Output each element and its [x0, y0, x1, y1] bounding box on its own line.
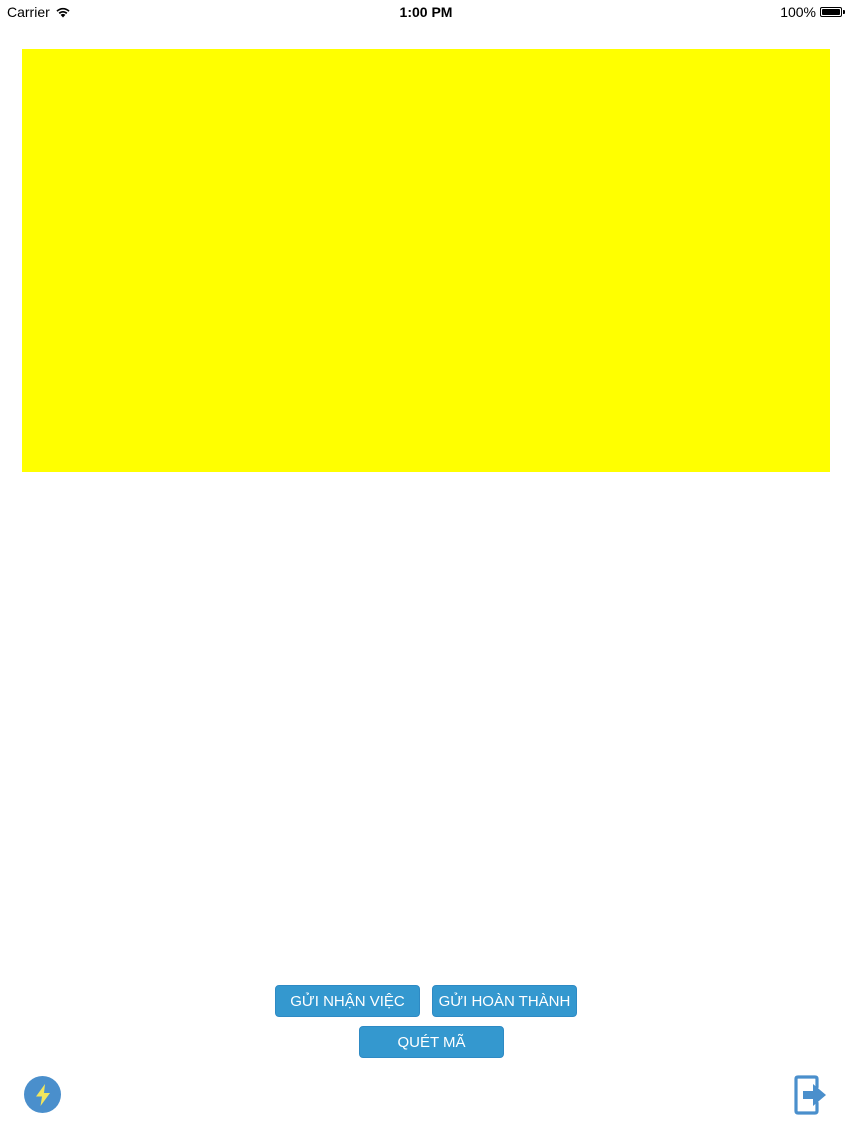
- send-completed-label: GỬI HOÀN THÀNH: [438, 992, 571, 1010]
- scanner-preview: [22, 49, 830, 472]
- send-received-job-label: GỬI NHẬN VIỆC: [290, 992, 405, 1010]
- scan-code-label: QUÉT MÃ: [397, 1033, 466, 1051]
- status-bar: Carrier 1:00 PM 100%: [0, 0, 852, 24]
- send-completed-button[interactable]: GỬI HOÀN THÀNH: [432, 985, 577, 1017]
- battery-percent: 100%: [780, 4, 816, 20]
- lightning-bolt-icon: [35, 1083, 50, 1106]
- flash-toggle-button[interactable]: [24, 1076, 61, 1113]
- battery-icon: [820, 7, 846, 18]
- scan-code-button[interactable]: QUÉT MÃ: [359, 1026, 504, 1058]
- status-right: 100%: [780, 4, 846, 20]
- exit-arrow-icon: [794, 1075, 826, 1115]
- send-received-job-button[interactable]: GỬI NHẬN VIỆC: [275, 985, 420, 1017]
- status-time: 1:00 PM: [399, 4, 453, 20]
- logout-button[interactable]: [793, 1075, 829, 1115]
